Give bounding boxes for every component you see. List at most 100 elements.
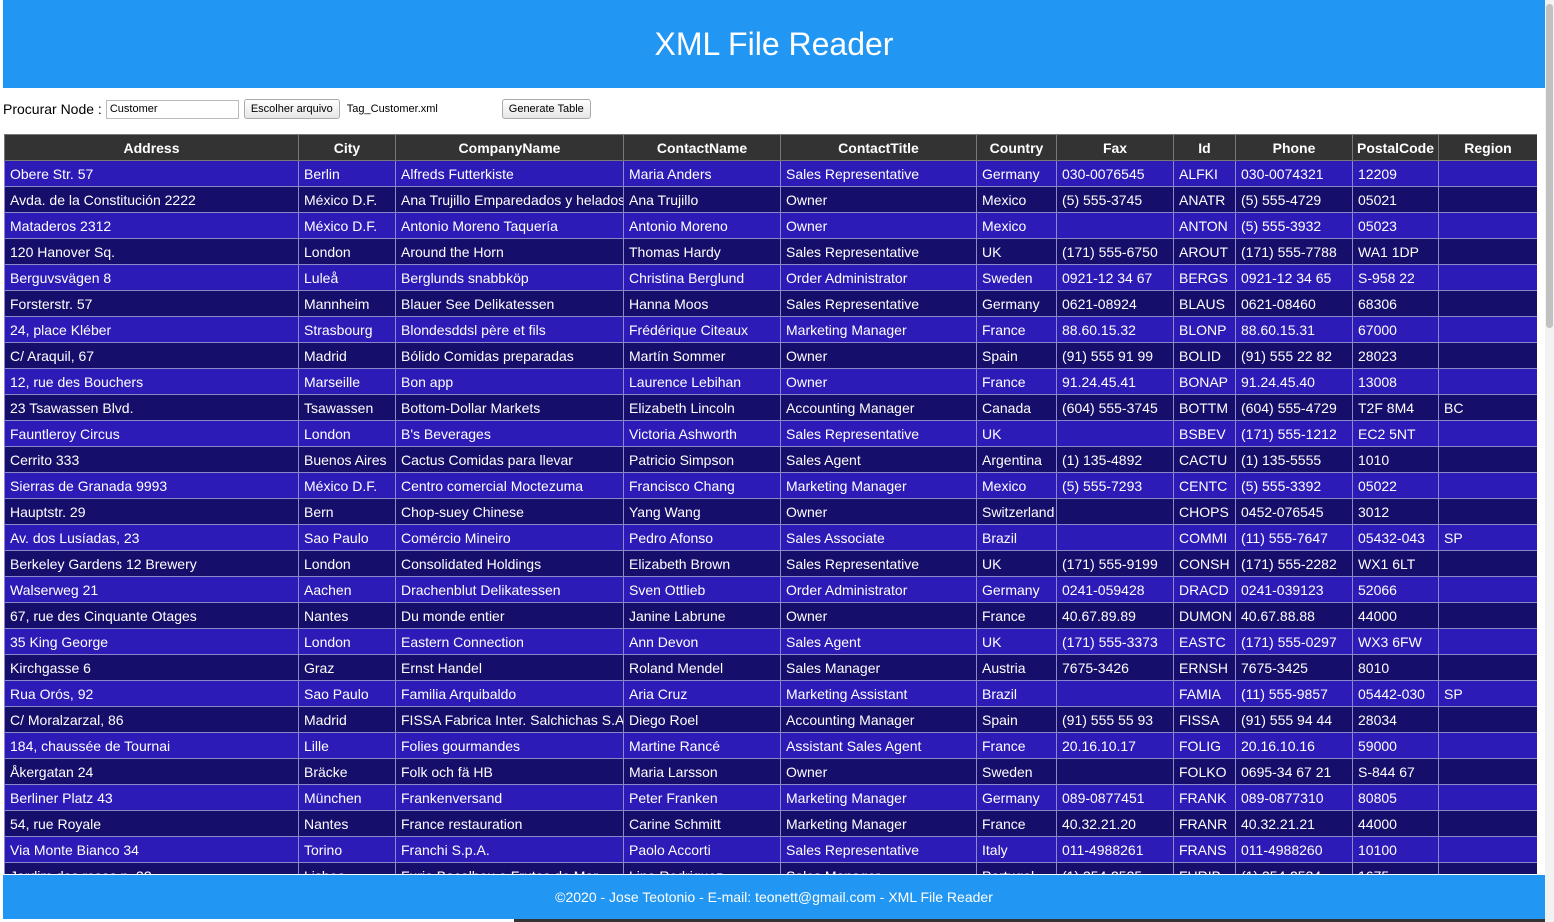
table-row: Fauntleroy Circus London B's Beverages Vict…	[4, 420, 1537, 447]
column-header-contactname: ContactName	[623, 134, 781, 161]
table-cell-postalcode: 44000	[1352, 810, 1439, 837]
table-cell-id: DUMON	[1173, 602, 1236, 629]
table-cell-postalcode: S-844 67	[1352, 758, 1439, 785]
table-cell-contactname: Diego Roel	[623, 706, 781, 733]
table-cell-phone: (171) 555-0297	[1235, 628, 1353, 655]
table-row: 67, rue des Cinquante Otages Nantes Du mon…	[4, 602, 1537, 629]
table-cell-region: SP	[1438, 680, 1537, 707]
table-cell-phone: (5) 555-3932	[1235, 212, 1353, 239]
table-cell-fax: 88.60.15.32	[1056, 316, 1174, 343]
table-cell-companyname: Folk och fä HB	[395, 758, 624, 785]
table-cell-contacttitle: Sales Agent	[780, 628, 977, 655]
table-cell-address: C/ Moralzarzal, 86	[4, 706, 299, 733]
table-cell-address: 12, rue des Bouchers	[4, 368, 299, 395]
table-cell-fax	[1056, 524, 1174, 551]
table-cell-address: 23 Tsawassen Blvd.	[4, 394, 299, 421]
table-cell-contacttitle: Marketing Manager	[780, 810, 977, 837]
table-cell-postalcode: 1010	[1352, 446, 1439, 473]
table-cell-postalcode: 05021	[1352, 186, 1439, 213]
table-cell-country: Brazil	[976, 524, 1057, 551]
table-cell-phone: (1) 135-5555	[1235, 446, 1353, 473]
table-cell-city: London	[298, 550, 396, 577]
table-cell-country: Sweden	[976, 758, 1057, 785]
table-cell-country: Brazil	[976, 680, 1057, 707]
table-cell-city: México D.F.	[298, 186, 396, 213]
table-cell-postalcode: 1675	[1352, 862, 1439, 874]
table-cell-city: London	[298, 238, 396, 265]
customer-table: Address City CompanyName ContactName Contact…	[4, 134, 1537, 874]
table-cell-postalcode: 12209	[1352, 160, 1439, 187]
table-cell-fax: 011-4988261	[1056, 836, 1174, 863]
table-cell-contactname: Paolo Accorti	[623, 836, 781, 863]
node-search-input[interactable]	[105, 99, 239, 119]
table-cell-id: FAMIA	[1173, 680, 1236, 707]
table-cell-contacttitle: Owner	[780, 342, 977, 369]
footer-text: ©2020 - Jose Teotonio - E-mail: teonett@…	[555, 889, 993, 905]
generate-table-button[interactable]: Generate Table	[501, 99, 591, 119]
table-cell-postalcode: 3012	[1352, 498, 1439, 525]
table-cell-country: Portugal	[976, 862, 1057, 874]
table-cell-fax	[1056, 498, 1174, 525]
table-cell-companyname: Bon app	[395, 368, 624, 395]
table-cell-companyname: Antonio Moreno Taquería	[395, 212, 624, 239]
table-cell-region	[1438, 342, 1537, 369]
table-cell-country: Germany	[976, 576, 1057, 603]
table-row: Berguvsvägen 8 Luleå Berglunds snabbköp Chr…	[4, 264, 1537, 291]
table-cell-id: BLAUS	[1173, 290, 1236, 317]
choose-file-button[interactable]: Escolher arquivo	[243, 99, 340, 119]
table-cell-country: France	[976, 732, 1057, 759]
table-cell-id: DRACD	[1173, 576, 1236, 603]
table-cell-contactname: Christina Berglund	[623, 264, 781, 291]
table-cell-companyname: Ernst Handel	[395, 654, 624, 681]
scrollbar-thumb[interactable]	[1546, 4, 1553, 328]
controls-bar: Procurar Node : Escolher arquivo Tag_Cus…	[3, 97, 1003, 121]
column-header-address: Address	[4, 134, 299, 161]
table-row: Avda. de la Constitución 2222 México D.F.…	[4, 186, 1537, 213]
table-cell-fax: (5) 555-3745	[1056, 186, 1174, 213]
table-cell-contacttitle: Sales Manager	[780, 862, 977, 874]
table-cell-fax: (1) 135-4892	[1056, 446, 1174, 473]
table-cell-fax: 0241-059428	[1056, 576, 1174, 603]
table-cell-id: BSBEV	[1173, 420, 1236, 447]
table-cell-contactname: Laurence Lebihan	[623, 368, 781, 395]
table-row: Kirchgasse 6 Graz Ernst Handel Roland Mende…	[4, 654, 1537, 681]
table-cell-fax	[1056, 680, 1174, 707]
table-cell-region	[1438, 836, 1537, 863]
column-header-country: Country	[976, 134, 1057, 161]
table-cell-contactname: Ana Trujillo	[623, 186, 781, 213]
table-row: 24, place Kléber Strasbourg Blondesddsl pè…	[4, 316, 1537, 343]
table-cell-city: Buenos Aires	[298, 446, 396, 473]
table-row: Obere Str. 57 Berlin Alfreds Futterkiste Ma…	[4, 160, 1537, 187]
page-title: XML File Reader	[654, 25, 894, 62]
table-cell-id: BONAP	[1173, 368, 1236, 395]
table-cell-contacttitle: Accounting Manager	[780, 394, 977, 421]
table-cell-city: London	[298, 420, 396, 447]
table-cell-contactname: Janine Labrune	[623, 602, 781, 629]
table-cell-postalcode: 28023	[1352, 342, 1439, 369]
column-header-id: Id	[1173, 134, 1236, 161]
table-cell-companyname: Du monde entier	[395, 602, 624, 629]
table-cell-city: Tsawassen	[298, 394, 396, 421]
table-cell-companyname: Furia Bacalhau e Frutos do Mar	[395, 862, 624, 874]
table-cell-phone: (11) 555-7647	[1235, 524, 1353, 551]
column-header-region: Region	[1438, 134, 1537, 161]
table-cell-postalcode: 80805	[1352, 784, 1439, 811]
table-cell-region	[1438, 186, 1537, 213]
customer-table-container[interactable]: Address City CompanyName ContactName Contact…	[4, 134, 1537, 874]
table-cell-companyname: B's Beverages	[395, 420, 624, 447]
table-cell-fax: (171) 555-9199	[1056, 550, 1174, 577]
table-cell-country: France	[976, 316, 1057, 343]
table-cell-postalcode: WX1 6LT	[1352, 550, 1439, 577]
table-cell-address: 54, rue Royale	[4, 810, 299, 837]
table-cell-region	[1438, 784, 1537, 811]
table-cell-region	[1438, 498, 1537, 525]
table-row: C/ Moralzarzal, 86 Madrid FISSA Fabrica In…	[4, 706, 1537, 733]
table-cell-postalcode: T2F 8M4	[1352, 394, 1439, 421]
table-cell-city: México D.F.	[298, 212, 396, 239]
table-cell-phone: (11) 555-9857	[1235, 680, 1353, 707]
table-cell-address: 24, place Kléber	[4, 316, 299, 343]
table-cell-postalcode: 52066	[1352, 576, 1439, 603]
table-cell-contactname: Victoria Ashworth	[623, 420, 781, 447]
table-cell-companyname: Familia Arquibaldo	[395, 680, 624, 707]
table-cell-phone: (171) 555-1212	[1235, 420, 1353, 447]
